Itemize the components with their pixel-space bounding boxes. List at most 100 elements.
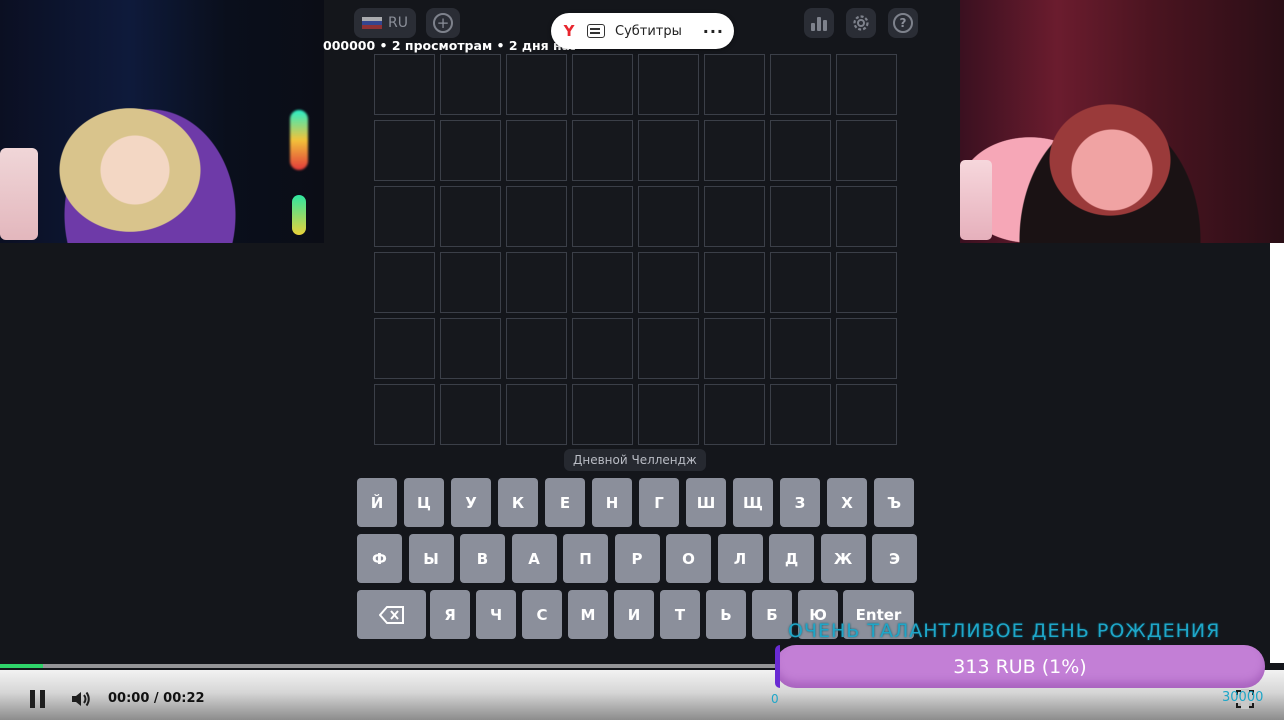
key-4[interactable]: К [498,478,538,527]
grid-cell [572,54,633,115]
word-grid [374,54,897,445]
video-meta: 000000 • 2 просмотрам • 2 дня назад [323,38,575,53]
microphone [0,148,38,240]
language-label: RU [388,15,408,31]
grid-cell [572,252,633,313]
key-23[interactable]: Э [872,534,917,583]
grid-cell [770,318,831,379]
rgb-light [290,110,308,170]
grid-cell [704,120,765,181]
pause-button[interactable] [30,690,48,708]
key-15[interactable]: В [460,534,505,583]
key-1[interactable]: Й [357,478,397,527]
key-9[interactable]: Щ [733,478,773,527]
grid-cell [572,384,633,445]
grid-cell [770,252,831,313]
key-12[interactable]: Ъ [874,478,914,527]
webcam-right [960,0,1284,243]
grid-cell [506,252,567,313]
key-27[interactable]: М [568,590,608,639]
side-panel-edge [1270,243,1284,663]
gear-icon [853,15,869,31]
daily-challenge-label[interactable]: Дневной Челлендж [564,449,706,471]
grid-cell [374,318,435,379]
grid-cell [440,318,501,379]
key-16[interactable]: А [511,534,557,583]
key-20[interactable]: Л [717,534,763,583]
add-button[interactable]: + [426,8,460,38]
grid-cell [836,186,897,247]
key-17[interactable]: П [563,534,608,583]
language-button[interactable]: RU [354,8,416,38]
grid-cell [836,252,897,313]
yandex-icon[interactable]: Y [561,22,577,40]
settings-button[interactable] [846,8,876,38]
grid-cell [440,54,501,115]
more-icon[interactable]: ··· [703,22,724,41]
subtitles-icon [587,24,605,38]
grid-cell [770,54,831,115]
grid-cell [440,252,501,313]
key-25[interactable]: Ч [476,590,516,639]
grid-cell [704,186,765,247]
grid-cell [440,120,501,181]
key-14[interactable]: Ы [408,534,454,583]
grid-cell [704,318,765,379]
video-progress-bar[interactable] [0,664,775,668]
key-29[interactable]: Т [660,590,700,639]
grid-cell [572,318,633,379]
stats-button[interactable] [804,8,834,38]
key-5[interactable]: Е [545,478,585,527]
key-7[interactable]: Г [639,478,679,527]
key-24[interactable]: Я [430,590,470,639]
donation-goal-title: ОЧЕНЬ ТАЛАНТЛИВОЕ ДЕНЬ РОЖДЕНИЯ [788,620,1221,642]
grid-cell [638,120,699,181]
subtitles-label[interactable]: Субтитры [615,24,682,39]
grid-cell [836,120,897,181]
key-19[interactable]: О [666,534,711,583]
plus-circle-icon: + [433,13,453,33]
key-22[interactable]: Ж [820,534,866,583]
grid-cell [836,318,897,379]
key-3[interactable]: У [451,478,491,527]
key-11[interactable]: Х [827,478,867,527]
flag-icon [362,17,382,29]
key-30[interactable]: Ь [706,590,746,639]
grid-cell [440,186,501,247]
volume-icon[interactable] [70,689,92,709]
key-10[interactable]: З [780,478,820,527]
grid-cell [506,54,567,115]
help-button[interactable]: ? [888,8,918,38]
backspace-key[interactable] [357,590,426,639]
donation-amount: 313 RUB (1%) [953,655,1087,678]
subtitle-pill[interactable]: Y Субтитры ··· [551,13,734,49]
grid-cell [770,120,831,181]
video-progress-fill [0,664,43,668]
grid-cell [506,120,567,181]
key-8[interactable]: Ш [686,478,726,527]
key-6[interactable]: Н [592,478,632,527]
grid-cell [374,384,435,445]
grid-cell [638,384,699,445]
key-13[interactable]: Ф [357,534,402,583]
grid-cell [836,54,897,115]
key-31[interactable]: Б [752,590,792,639]
donation-min-label: 0 [771,692,779,706]
time-display: 00:00 / 00:22 [108,691,205,706]
key-28[interactable]: И [614,590,654,639]
grid-cell [374,252,435,313]
key-2[interactable]: Ц [404,478,444,527]
key-21[interactable]: Д [769,534,814,583]
key-18[interactable]: Р [614,534,660,583]
grid-cell [374,120,435,181]
question-icon: ? [893,13,913,33]
stream-stage: RU + ? 000000 • 2 просмотрам • 2 дня наз… [0,0,1284,720]
webcam-left [0,0,324,243]
grid-cell [506,186,567,247]
key-26[interactable]: С [522,590,562,639]
grid-cell [704,252,765,313]
grid-cell [374,186,435,247]
grid-cell [638,54,699,115]
grid-cell [770,384,831,445]
grid-cell [506,384,567,445]
